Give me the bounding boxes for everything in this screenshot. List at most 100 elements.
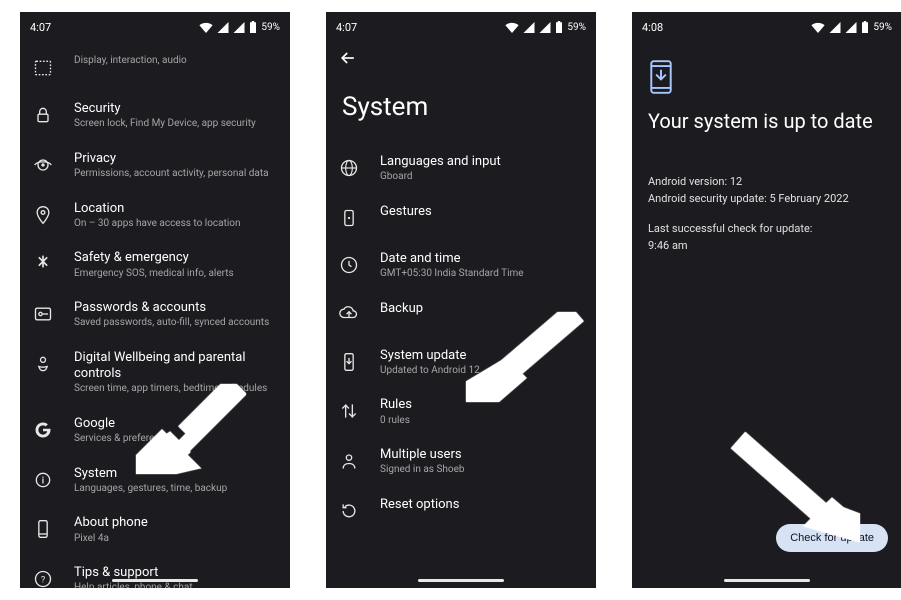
about-icon xyxy=(26,516,60,542)
nav-indicator xyxy=(112,579,198,582)
setting-subtitle: Saved passwords, auto-fill, synced accou… xyxy=(74,317,276,330)
setting-subtitle: Screen time, app timers, bedtime schedul… xyxy=(74,383,276,396)
setting-row-emergency[interactable]: Safety & emergency Emergency SOS, medical… xyxy=(20,240,290,290)
status-bar: 4:07 59% xyxy=(326,12,596,38)
rules-icon xyxy=(332,398,366,424)
signal-icon-2 xyxy=(845,22,857,33)
status-icons: 59% xyxy=(199,21,280,33)
signal-icon xyxy=(829,22,841,33)
setting-subtitle: Signed in as Shoeb xyxy=(380,464,582,477)
check-for-update-button[interactable]: Check for update xyxy=(776,524,888,552)
setting-row-backup[interactable]: Backup xyxy=(326,291,596,338)
system-update-icon xyxy=(646,79,676,98)
backup-icon xyxy=(332,302,366,328)
version-label: Android version: xyxy=(648,175,730,188)
setting-row-wellbeing[interactable]: Digital Wellbeing and parental controlsS… xyxy=(20,340,290,406)
passwords-icon xyxy=(26,301,60,327)
system-settings-list[interactable]: Languages and inputGboard Gestures Date an… xyxy=(326,144,596,534)
last-check-label: Last successful check for update: xyxy=(648,221,886,238)
google-icon xyxy=(26,417,60,443)
accessibility-icon xyxy=(26,55,60,81)
setting-row-language[interactable]: Languages and inputGboard xyxy=(326,144,596,194)
setting-title: Reset options xyxy=(380,497,582,513)
location-icon xyxy=(26,202,60,228)
wifi-icon xyxy=(199,22,213,33)
status-time: 4:08 xyxy=(642,21,663,34)
setting-row-location[interactable]: LocationOn – 30 apps have access to loca… xyxy=(20,191,290,241)
last-check-value: 9:46 am xyxy=(648,238,886,255)
setting-subtitle: Screen lock, Find My Device, app securit… xyxy=(74,118,276,131)
back-arrow-icon xyxy=(338,48,358,68)
system-update-screen: 4:08 59% Your system is up to date xyxy=(632,12,901,588)
setting-title: System xyxy=(74,466,276,482)
setting-row-privacy[interactable]: PrivacyPermissions, account activity, pe… xyxy=(20,141,290,191)
setting-subtitle: On – 30 apps have access to location xyxy=(74,218,276,231)
setting-row-passwords[interactable]: Passwords & accountsSaved passwords, aut… xyxy=(20,290,290,340)
system-update-icon xyxy=(332,349,366,375)
setting-title: Security xyxy=(74,101,276,117)
setting-subtitle: Help articles, phone & chat xyxy=(74,582,276,588)
setting-title: Privacy xyxy=(74,151,276,167)
battery-pct: 59% xyxy=(873,22,892,33)
battery-pct: 59% xyxy=(567,22,586,33)
setting-title: Date and time xyxy=(380,251,582,267)
setting-row-multiple-users[interactable]: Multiple usersSigned in as Shoeb xyxy=(326,437,596,487)
status-icons: 59% xyxy=(505,21,586,33)
setting-row-tips[interactable]: Tips & supportHelp articles, phone & cha… xyxy=(20,555,290,588)
battery-icon xyxy=(861,21,869,33)
multiple-users-icon xyxy=(332,448,366,474)
page-title: System xyxy=(326,74,596,138)
battery-icon xyxy=(249,21,257,33)
signal-icon-2 xyxy=(539,22,551,33)
status-bar: 4:07 59% xyxy=(20,12,290,38)
datetime-icon xyxy=(332,252,366,278)
setting-row-rules[interactable]: Rules0 rules xyxy=(326,387,596,437)
setting-row-datetime[interactable]: Date and timeGMT+05:30 India Standard Ti… xyxy=(326,241,596,291)
setting-row-accessibility[interactable]: AccessibilityDisplay, interaction, audio xyxy=(20,44,290,91)
version-value: 12 xyxy=(730,175,742,188)
setting-row-lock[interactable]: SecurityScreen lock, Find My Device, app… xyxy=(20,91,290,141)
setting-subtitle: Services & preferences xyxy=(74,433,276,446)
reset-icon xyxy=(332,498,366,524)
setting-subtitle: Emergency SOS, medical info, alerts xyxy=(74,268,276,281)
wifi-icon xyxy=(505,22,519,33)
setting-title: Safety & emergency xyxy=(74,250,276,266)
setting-subtitle: GMT+05:30 India Standard Time xyxy=(380,268,582,281)
setting-subtitle: 0 rules xyxy=(380,415,582,428)
setting-row-system[interactable]: SystemLanguages, gestures, time, backup xyxy=(20,456,290,506)
setting-subtitle: Languages, gestures, time, backup xyxy=(74,483,276,496)
setting-title: Digital Wellbeing and parental controls xyxy=(74,350,276,383)
back-button[interactable] xyxy=(338,53,358,72)
settings-list[interactable]: AccessibilityDisplay, interaction, audio… xyxy=(20,44,290,588)
nav-indicator xyxy=(418,579,504,582)
setting-title: Languages and input xyxy=(380,154,582,170)
setting-title: Gestures xyxy=(380,204,582,220)
system-settings-screen: 4:07 59% System Languages and inputGboar… xyxy=(326,12,596,588)
settings-screen: 4:07 59% AccessibilityDisplay, interacti… xyxy=(20,12,290,588)
language-icon xyxy=(332,155,366,181)
setting-title: Multiple users xyxy=(380,447,582,463)
security-label: Android security update: xyxy=(648,192,769,205)
setting-row-reset[interactable]: Reset options xyxy=(326,487,596,534)
gestures-icon xyxy=(332,205,366,231)
setting-title: Google xyxy=(74,416,276,432)
setting-title: System update xyxy=(380,348,582,364)
privacy-icon xyxy=(26,152,60,178)
setting-row-gestures[interactable]: Gestures xyxy=(326,194,596,241)
emergency-icon xyxy=(26,251,60,277)
setting-row-system-update[interactable]: System updateUpdated to Android 12 xyxy=(326,338,596,388)
signal-icon xyxy=(217,22,229,33)
system-icon xyxy=(26,467,60,493)
status-bar: 4:08 59% xyxy=(632,12,901,38)
setting-title: About phone xyxy=(74,515,276,531)
nav-indicator xyxy=(724,579,810,582)
wellbeing-icon xyxy=(26,351,60,377)
setting-subtitle: Gboard xyxy=(380,171,582,184)
setting-row-google[interactable]: GoogleServices & preferences xyxy=(20,406,290,456)
status-icons: 59% xyxy=(811,21,892,33)
signal-icon xyxy=(523,22,535,33)
wifi-icon xyxy=(811,22,825,33)
setting-row-about[interactable]: About phonePixel 4a xyxy=(20,505,290,555)
security-value: 5 February 2022 xyxy=(769,192,848,205)
lock-icon xyxy=(26,102,60,128)
